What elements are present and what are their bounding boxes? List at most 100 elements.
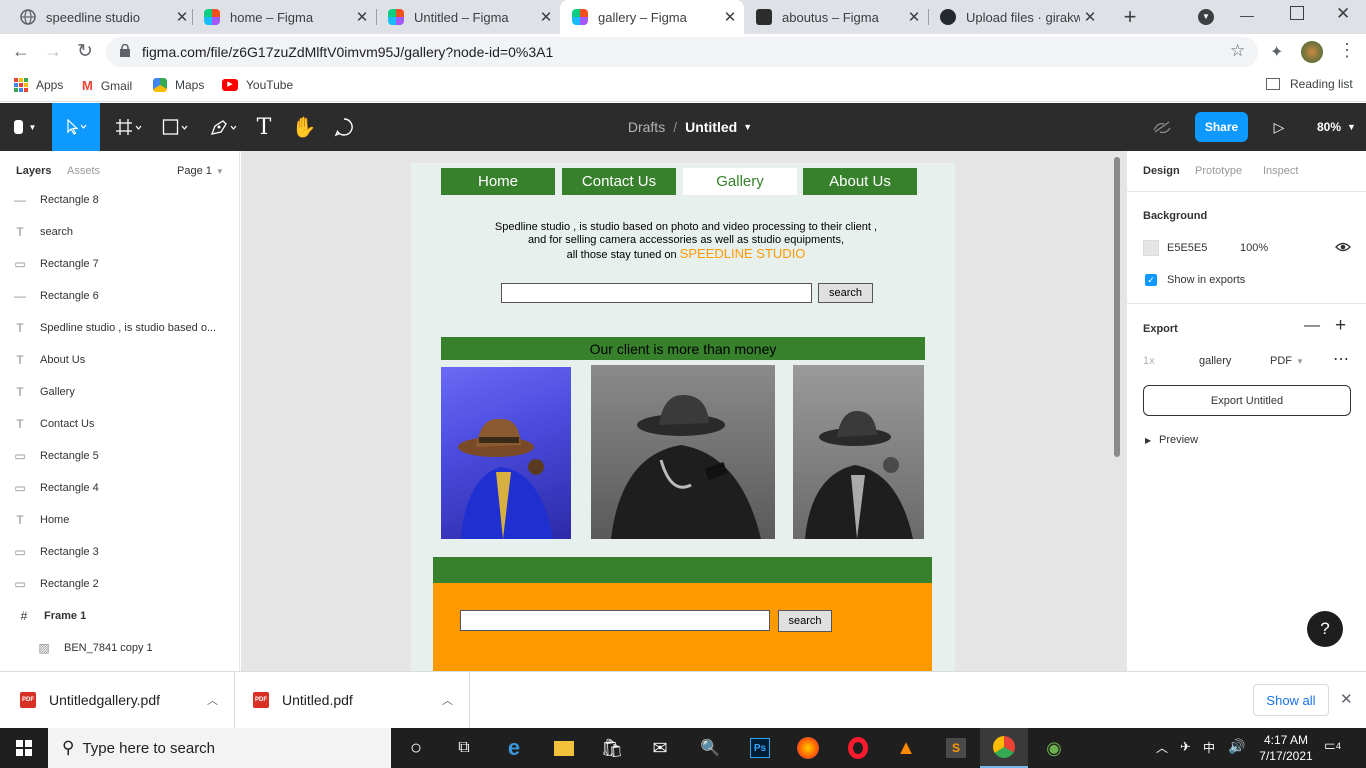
file-explorer-icon[interactable] xyxy=(540,728,588,768)
idm-icon[interactable]: ◉ xyxy=(1030,728,1078,768)
close-icon[interactable]: ✕ xyxy=(536,8,556,26)
reading-list[interactable]: Reading list xyxy=(1266,77,1353,91)
photoshop-icon[interactable]: Ps xyxy=(736,728,784,768)
tab-prototype[interactable]: Prototype xyxy=(1195,165,1242,177)
layer-item[interactable]: ▭ Rectangle 2 xyxy=(0,568,240,600)
tray-chevron-up-icon[interactable]: ︿ xyxy=(1156,739,1168,756)
share-button[interactable]: Share xyxy=(1195,112,1248,142)
file-breadcrumb[interactable]: Drafts / Untitled ▼ xyxy=(560,103,820,151)
download-item[interactable]: PDF Untitledgallery.pdf ︿ xyxy=(0,672,235,728)
edge-icon[interactable]: e xyxy=(490,728,538,768)
help-button[interactable]: ? xyxy=(1307,611,1343,647)
layer-item[interactable]: ▭ Rectangle 5 xyxy=(0,440,240,472)
mail-icon[interactable]: ✉ xyxy=(636,728,684,768)
bg-color-swatch[interactable] xyxy=(1143,240,1159,256)
close-icon[interactable]: ✕ xyxy=(352,8,372,26)
magnifier-app-icon[interactable]: 🔍 xyxy=(686,728,734,768)
layer-item[interactable]: T Contact Us xyxy=(0,408,240,440)
footer-search-input[interactable] xyxy=(460,610,770,631)
bookmark-apps[interactable]: Apps xyxy=(14,78,63,92)
tab-assets[interactable]: Assets xyxy=(67,165,100,177)
tab-layers[interactable]: Layers xyxy=(16,165,51,177)
nav-about-us[interactable]: About Us xyxy=(803,168,917,195)
eye-visibility-icon[interactable] xyxy=(1335,239,1351,255)
caret-right-icon[interactable]: ▶ xyxy=(1145,436,1151,445)
layer-item[interactable]: T Home xyxy=(0,504,240,536)
layer-item[interactable]: ▭ Rectangle 4 xyxy=(0,472,240,504)
back-arrow-icon[interactable]: ← xyxy=(12,41,30,62)
network-icon[interactable]: ✈ xyxy=(1180,739,1191,755)
nav-gallery[interactable]: Gallery xyxy=(683,168,797,195)
file-name[interactable]: Untitled xyxy=(685,119,737,135)
breadcrumb-parent[interactable]: Drafts xyxy=(628,119,665,135)
show-all-button[interactable]: Show all xyxy=(1253,684,1329,716)
export-button[interactable]: Export Untitled xyxy=(1143,385,1351,416)
present-play-icon[interactable]: ▷ xyxy=(1268,103,1290,151)
close-downloads-icon[interactable]: ✕ xyxy=(1340,690,1353,708)
cortana-icon[interactable]: ○ xyxy=(392,728,440,768)
canvas-scrollbar[interactable] xyxy=(1114,157,1120,457)
frame-1[interactable]: Home Contact Us Gallery About Us Spedlin… xyxy=(411,163,955,671)
store-icon[interactable]: 🛍 xyxy=(588,728,636,768)
clock[interactable]: 4:17 AM 7/17/2021 xyxy=(1252,732,1320,764)
close-icon[interactable]: ✕ xyxy=(172,8,192,26)
checkbox-checked-icon[interactable]: ✓ xyxy=(1145,274,1157,286)
chevron-down-icon[interactable]: ▼ xyxy=(743,122,752,132)
chrome-taskbar-icon[interactable] xyxy=(980,728,1028,768)
layer-item[interactable]: — Rectangle 8 xyxy=(0,184,240,216)
search-button[interactable]: search xyxy=(818,283,873,303)
minimize-icon[interactable]: — xyxy=(1240,7,1256,23)
multiplayer-off-icon[interactable] xyxy=(1150,103,1174,151)
tab-inspect[interactable]: Inspect xyxy=(1263,165,1298,177)
tab-speedline-studio[interactable]: speedline studio ✕ xyxy=(8,0,196,34)
forward-arrow-icon[interactable]: → xyxy=(44,41,62,62)
vlc-icon[interactable]: ▲ xyxy=(882,728,930,768)
tab-design[interactable]: Design xyxy=(1143,165,1180,177)
tab-gallery-figma[interactable]: gallery – Figma ✕ xyxy=(560,0,744,34)
tab-home-figma[interactable]: home – Figma ✕ xyxy=(192,0,376,34)
text-tool-icon[interactable]: T xyxy=(250,103,278,151)
window-close-icon[interactable]: ✕ xyxy=(1336,4,1350,24)
add-export-plus-icon[interactable]: + xyxy=(1335,315,1346,337)
page-selector[interactable]: Page 1 ▼ xyxy=(177,165,224,177)
pen-tool-icon[interactable] xyxy=(203,103,245,151)
comment-tool-icon[interactable] xyxy=(330,103,358,151)
bookmark-maps[interactable]: Maps xyxy=(153,78,204,92)
hand-tool-icon[interactable]: ✋ xyxy=(290,103,318,151)
layer-item[interactable]: ▨ BEN_7841 copy 1 xyxy=(0,632,240,664)
sublime-icon[interactable]: S xyxy=(932,728,980,768)
footer-search-button[interactable]: search xyxy=(778,610,832,632)
export-suffix[interactable]: gallery xyxy=(1199,355,1231,367)
download-item[interactable]: PDF Untitled.pdf ︿ xyxy=(236,672,470,728)
chrome-menu-icon[interactable]: ⋮ xyxy=(1338,40,1356,61)
taskbar-search-box[interactable]: ⚲ Type here to search xyxy=(48,728,391,768)
export-format-select[interactable]: PDF ▼ xyxy=(1270,355,1304,367)
more-options-icon[interactable]: ⋯ xyxy=(1333,349,1350,369)
tab-search-chevron-icon[interactable]: ▼ xyxy=(1198,9,1214,25)
zoom-menu[interactable]: 80% ▼ xyxy=(1304,103,1364,151)
new-tab-plus-icon[interactable]: + xyxy=(1118,4,1142,30)
profile-avatar[interactable] xyxy=(1301,41,1323,63)
shape-tool-icon[interactable] xyxy=(155,103,197,151)
bookmark-gmail[interactable]: M Gmail xyxy=(82,78,132,93)
reload-icon[interactable]: ↻ xyxy=(77,40,93,63)
chevron-up-icon[interactable]: ︿ xyxy=(207,692,218,708)
frame-tool-icon[interactable] xyxy=(108,103,150,151)
preview-toggle[interactable]: Preview xyxy=(1159,434,1198,446)
opera-icon[interactable] xyxy=(834,728,882,768)
layer-item[interactable]: # Frame 1 xyxy=(0,600,240,632)
layer-item[interactable]: Tsearch xyxy=(0,216,240,248)
nav-contact-us[interactable]: Contact Us xyxy=(562,168,676,195)
windows-start-icon[interactable] xyxy=(0,728,48,768)
layer-item[interactable]: T Spedline studio , is studio based o... xyxy=(0,312,240,344)
nav-home[interactable]: Home xyxy=(441,168,555,195)
bookmark-youtube[interactable]: ▶ YouTube xyxy=(222,78,293,92)
bg-color-hex[interactable]: E5E5E5 xyxy=(1167,242,1207,254)
figma-main-menu-icon[interactable]: ▼ xyxy=(0,103,50,151)
search-input[interactable] xyxy=(501,283,812,303)
bg-opacity[interactable]: 100% xyxy=(1240,242,1268,254)
layer-item[interactable]: T About Us xyxy=(0,344,240,376)
tab-aboutus-figma[interactable]: aboutus – Figma ✕ xyxy=(744,0,928,34)
bookmark-star-icon[interactable]: ☆ xyxy=(1230,41,1245,61)
volume-icon[interactable]: 🔊 xyxy=(1228,738,1245,755)
